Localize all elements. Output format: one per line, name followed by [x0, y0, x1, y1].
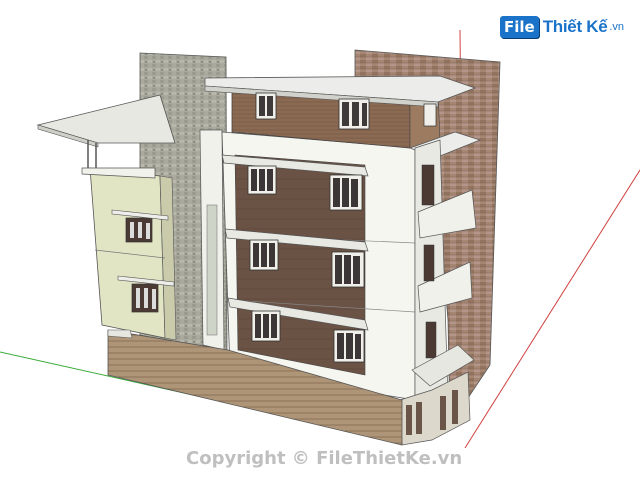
filethietke-logo: File Thiết Kế .vn [500, 12, 624, 42]
logo-badge: File [500, 16, 539, 38]
building-model-scene [0, 29, 640, 449]
copyright-watermark: Copyright © FileThietKe.vn [186, 448, 463, 469]
logo-suffix: .vn [609, 21, 625, 33]
left-block-facade [89, 167, 166, 339]
logo-text: Thiết Kế [542, 17, 608, 36]
left-roof-slab [36, 94, 176, 144]
